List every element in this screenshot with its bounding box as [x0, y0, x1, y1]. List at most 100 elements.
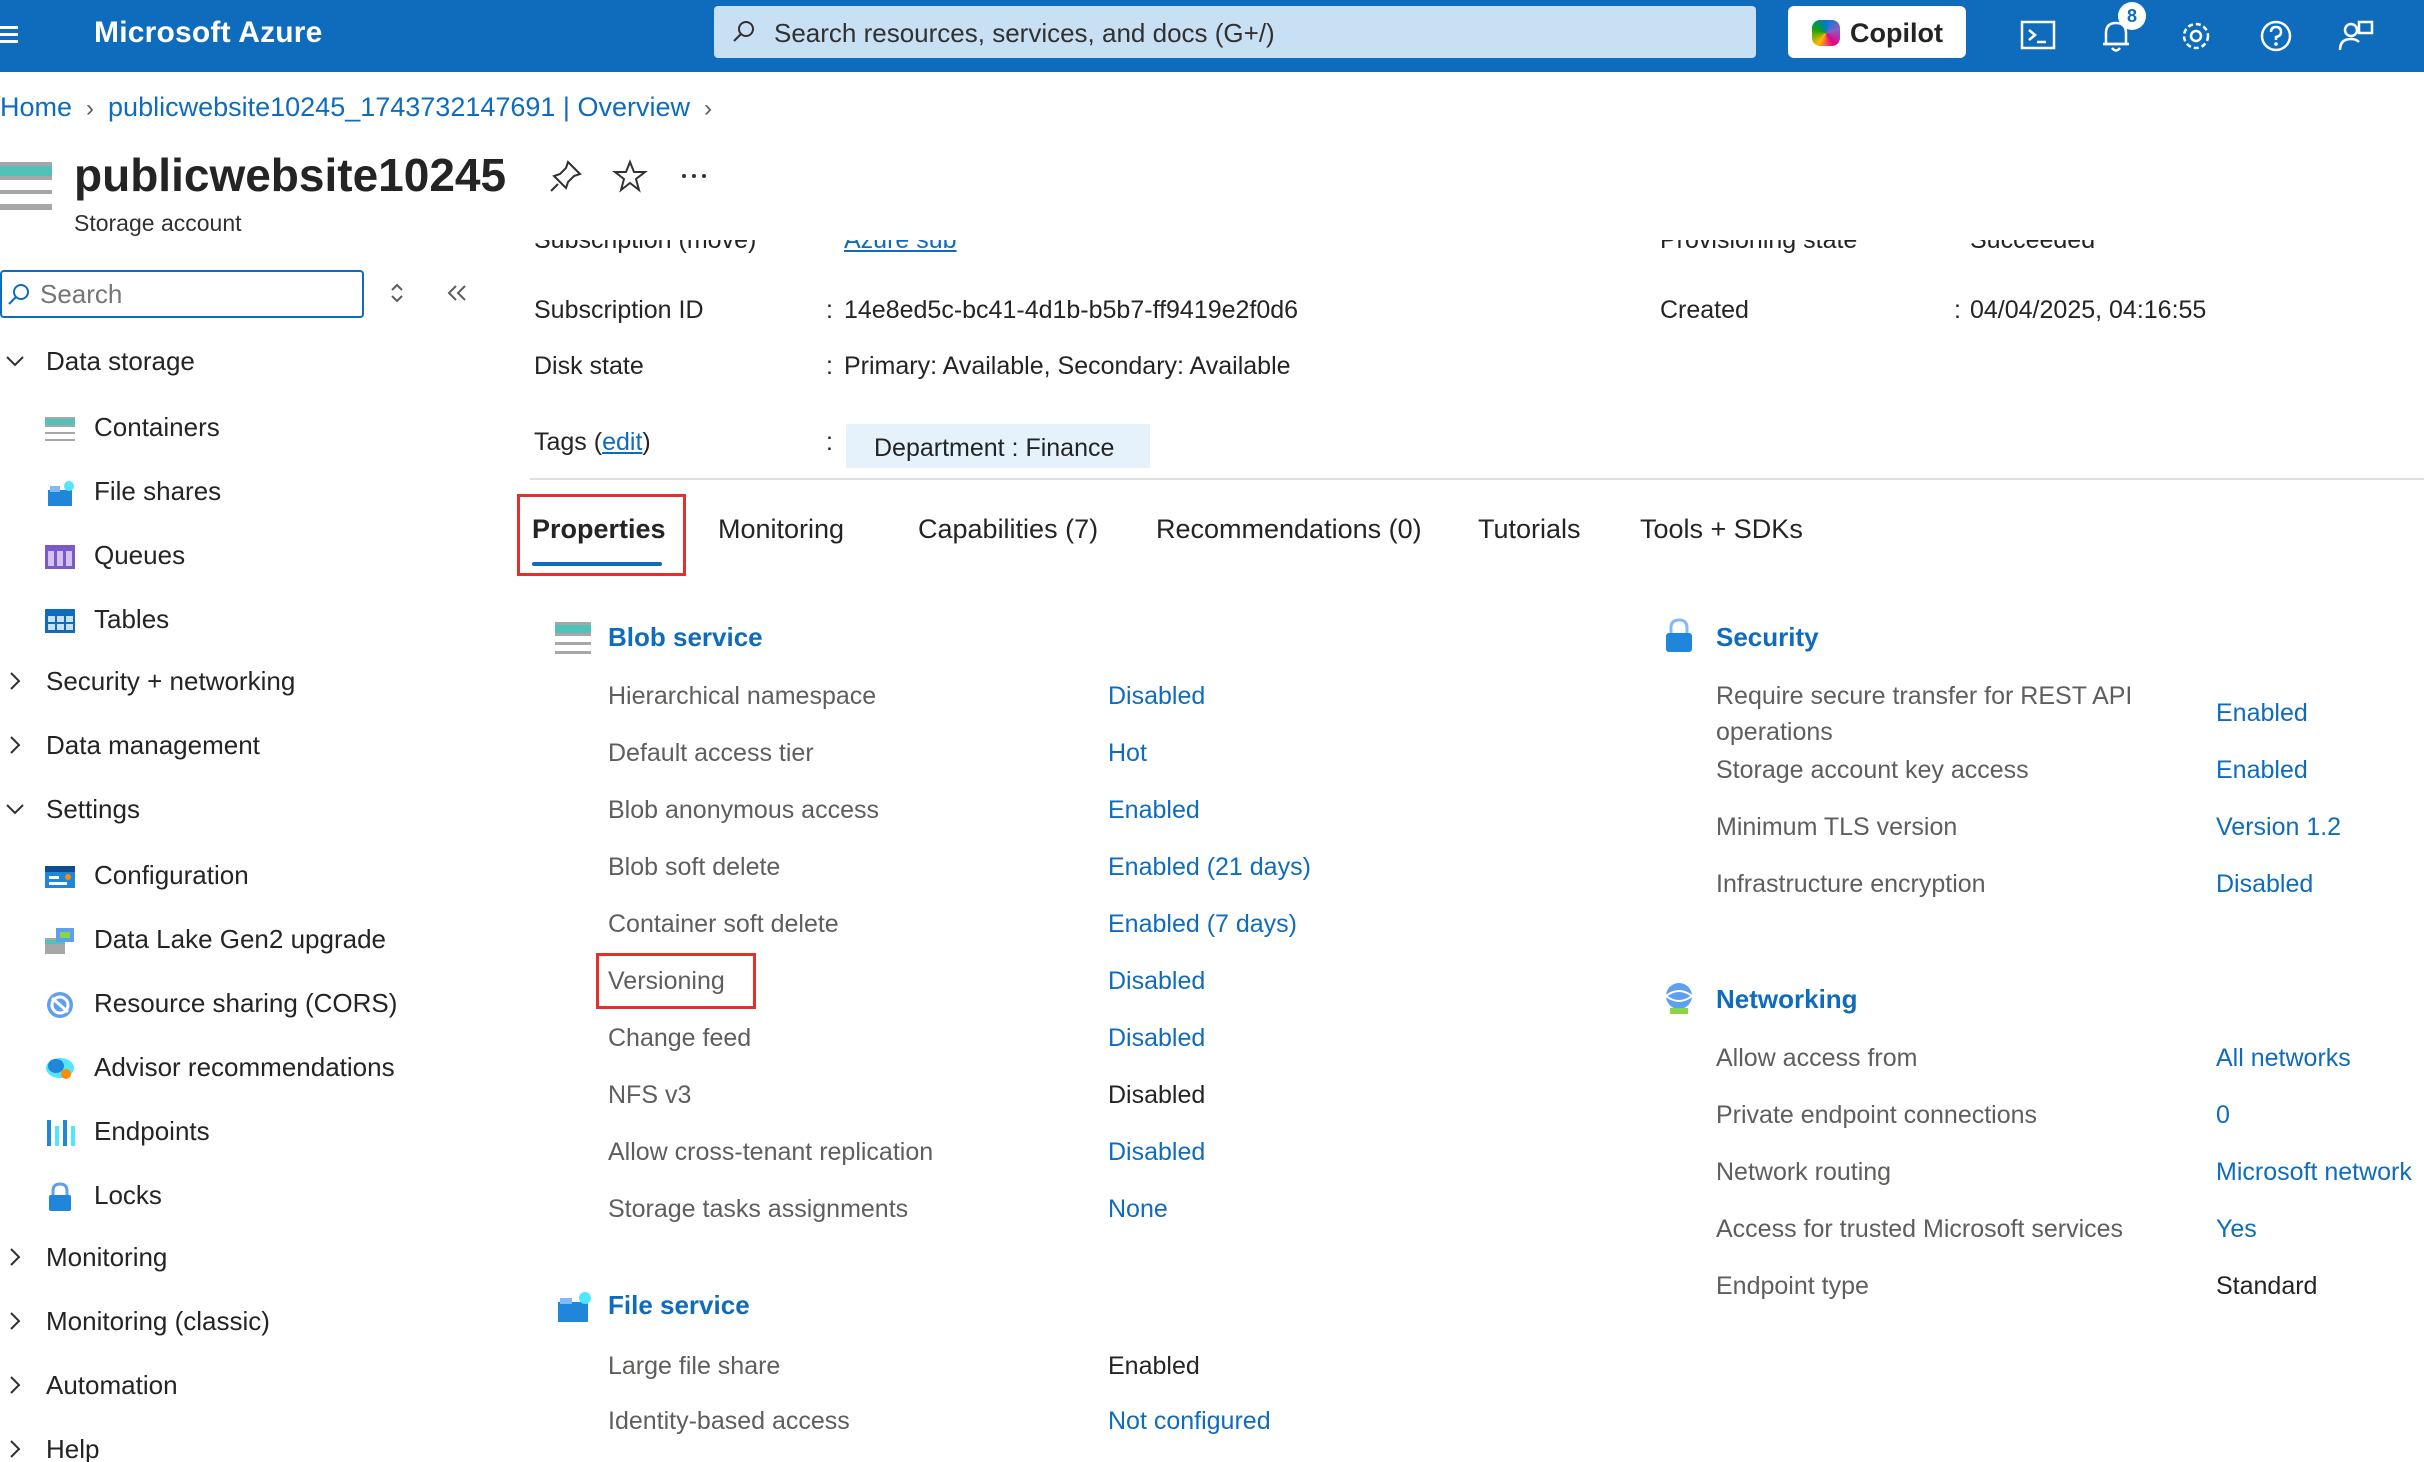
sidebar-group-label: Monitoring	[46, 1242, 168, 1272]
security-title[interactable]: Security	[1716, 622, 1819, 653]
property-value-link[interactable]: Disabled	[2216, 870, 2313, 899]
sidebar-group-label: Data management	[46, 730, 260, 760]
property-label: Infrastructure encryption	[1716, 870, 1986, 898]
property-value-link[interactable]: Disabled	[1108, 1138, 1205, 1167]
sidebar-group-label: Security + networking	[46, 666, 296, 696]
chevron-right-icon	[10, 1312, 21, 1330]
tags-label-text: Tags (	[534, 428, 603, 456]
tags-edit-link[interactable]: edit	[602, 428, 642, 456]
property-value-link[interactable]: Enabled (7 days)	[1108, 910, 1297, 939]
property-label: Allow cross-tenant replication	[608, 1138, 934, 1166]
chevron-right-icon: ›	[86, 95, 95, 122]
created-value: 04/04/2025, 04:16:55	[1970, 296, 2207, 324]
feedback-icon[interactable]	[2334, 14, 2378, 58]
tab-monitoring[interactable]: Monitoring	[718, 514, 844, 545]
property-label: Default access tier	[608, 739, 814, 767]
page-subtitle: Storage account	[74, 210, 242, 236]
chevron-right-icon	[10, 1440, 21, 1458]
chevron-right-icon	[10, 1248, 21, 1266]
divider	[530, 478, 2424, 480]
resource-sharing-icon	[47, 992, 73, 1018]
search-icon	[8, 284, 29, 305]
property-value-link[interactable]: Yes	[2216, 1215, 2257, 1244]
property-label: Container soft delete	[608, 910, 839, 938]
property-label: Blob anonymous access	[608, 796, 879, 824]
created-label: Created	[1660, 296, 1749, 324]
queues-icon	[45, 545, 75, 569]
property-value-link[interactable]: All networks	[2216, 1044, 2351, 1073]
tables-icon	[45, 609, 75, 633]
tab-capabilities[interactable]: Capabilities (7)	[918, 514, 1098, 545]
cloud-shell-icon[interactable]	[2016, 14, 2060, 58]
property-value: Standard	[2216, 1272, 2318, 1300]
data-lake-icon	[45, 928, 74, 954]
sidebar-item-label: Locks	[94, 1180, 162, 1210]
property-label: Hierarchical namespace	[608, 682, 877, 710]
sidebar-item-label: Configuration	[94, 860, 249, 890]
breadcrumb-overview[interactable]: publicwebsite10245_1743732147691 | Overv…	[108, 92, 690, 122]
menu-icon[interactable]	[0, 22, 22, 50]
settings-gear-icon[interactable]	[2174, 14, 2218, 58]
property-value-link[interactable]: Disabled	[1108, 1024, 1205, 1053]
property-value-link[interactable]: Hot	[1108, 739, 1147, 768]
file-shares-icon	[48, 481, 74, 506]
blob-service-title[interactable]: Blob service	[608, 622, 763, 653]
property-value-link[interactable]: None	[1108, 1195, 1168, 1224]
breadcrumb-home[interactable]: Home	[0, 92, 72, 122]
more-options-icon[interactable]	[676, 158, 712, 194]
colon: :	[826, 352, 833, 380]
highlight-box-versioning	[596, 953, 756, 1009]
property-value: Disabled	[1108, 1081, 1206, 1109]
chevron-right-icon: ›	[703, 95, 712, 122]
favorite-star-icon[interactable]	[612, 158, 648, 194]
networking-title[interactable]: Networking	[1716, 984, 1858, 1015]
colon: :	[826, 296, 833, 324]
expand-collapse-icon[interactable]	[382, 278, 412, 308]
disk-state-label: Disk state	[534, 352, 644, 380]
tab-tools-sdks[interactable]: Tools + SDKs	[1640, 514, 1803, 545]
property-value-link[interactable]: Disabled	[1108, 682, 1205, 711]
search-placeholder: Search resources, services, and docs (G+…	[774, 18, 1275, 48]
property-value-link[interactable]: 0	[2216, 1101, 2230, 1130]
portal-brand[interactable]: Microsoft Azure	[94, 16, 323, 50]
sidebar-group-label: Monitoring (classic)	[46, 1306, 270, 1336]
sidebar-group-label: Help	[46, 1434, 100, 1462]
copilot-button[interactable]: Copilot	[1788, 6, 1966, 58]
essentials-clipped-row: Subscription (move) Azure sub Provisioni…	[0, 240, 2424, 266]
copilot-label: Copilot	[1850, 18, 1943, 48]
property-value-link[interactable]: Version 1.2	[2216, 813, 2341, 842]
file-service-title[interactable]: File service	[608, 1290, 750, 1321]
property-value-link[interactable]: Not configured	[1108, 1407, 1271, 1436]
pin-icon[interactable]	[548, 158, 584, 194]
subscription-id-label: Subscription ID	[534, 296, 704, 324]
page-title: publicwebsite10245	[74, 149, 507, 201]
lock-icon	[49, 1182, 71, 1211]
property-label: Allow access from	[1716, 1044, 1918, 1072]
provisioning-state-value: Succeeded	[1970, 240, 2096, 254]
property-value-link[interactable]: Enabled	[1108, 796, 1200, 825]
sidebar-item-label: Resource sharing (CORS)	[94, 988, 398, 1018]
property-label: Access for trusted Microsoft services	[1716, 1215, 2124, 1243]
sidebar-item-label: Data Lake Gen2 upgrade	[94, 924, 386, 954]
property-value-link[interactable]: Enabled (21 days)	[1108, 853, 1311, 882]
collapse-sidebar-icon[interactable]	[442, 278, 472, 308]
copilot-icon	[1812, 20, 1840, 46]
property-value-link[interactable]: Enabled	[2216, 756, 2308, 785]
global-search-input[interactable]: Search resources, services, and docs (G+…	[714, 6, 1756, 58]
tab-recommendations[interactable]: Recommendations (0)	[1156, 514, 1422, 545]
sidebar-search-input[interactable]	[40, 278, 350, 310]
colon: :	[1954, 296, 1961, 324]
sidebar-search[interactable]	[0, 270, 364, 318]
disk-state-value: Primary: Available, Secondary: Available	[844, 352, 1291, 380]
sidebar-group-label: Automation	[46, 1370, 178, 1400]
tag-chip[interactable]: Department : Finance	[846, 424, 1150, 468]
property-value-link[interactable]: Enabled	[2216, 699, 2308, 728]
chevron-right-icon	[10, 736, 21, 754]
property-value-link[interactable]: Microsoft network	[2216, 1158, 2412, 1187]
subscription-link[interactable]: Azure sub	[844, 240, 957, 255]
endpoints-icon	[47, 1120, 75, 1146]
property-value-link[interactable]: Disabled	[1108, 967, 1205, 996]
help-icon[interactable]	[2254, 14, 2298, 58]
tab-tutorials[interactable]: Tutorials	[1478, 514, 1581, 545]
storage-account-icon	[0, 162, 52, 210]
